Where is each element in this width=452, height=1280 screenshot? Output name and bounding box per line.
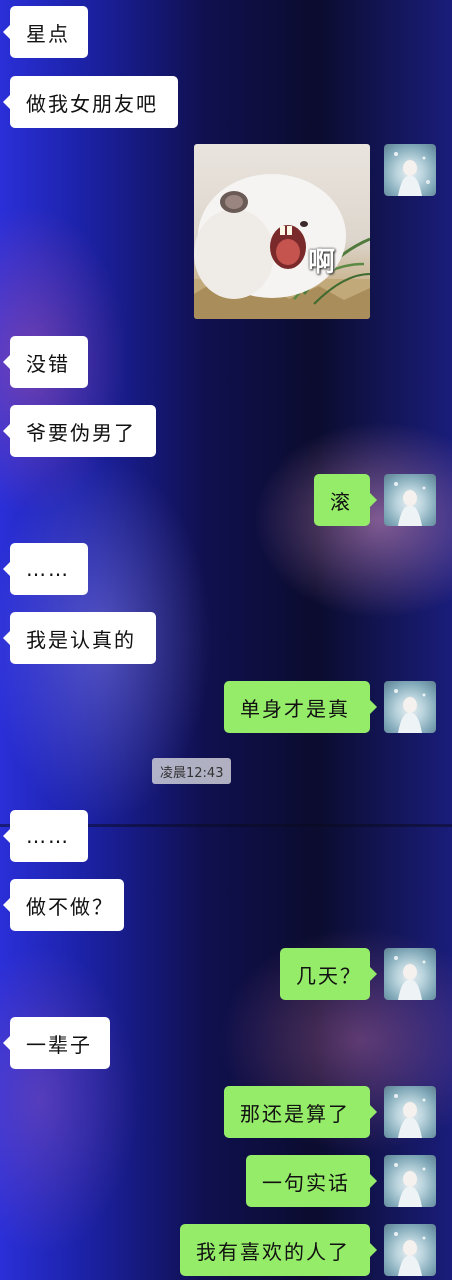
- message-text: 星点: [26, 21, 70, 46]
- incoming-message-bubble[interactable]: ……: [3, 810, 88, 862]
- incoming-message-bubble[interactable]: 爷要伪男了: [3, 405, 156, 457]
- my-avatar[interactable]: [384, 144, 436, 196]
- message-text: 那还是算了: [240, 1101, 350, 1126]
- avatar-image: [394, 152, 430, 196]
- my-avatar[interactable]: [384, 1086, 436, 1138]
- incoming-message-bubble[interactable]: 一辈子: [3, 1017, 110, 1069]
- message-text: 爷要伪男了: [26, 420, 136, 445]
- hamster-sticker-image: [194, 174, 370, 319]
- my-avatar[interactable]: [384, 948, 436, 1000]
- my-avatar[interactable]: [384, 474, 436, 526]
- incoming-message-bubble[interactable]: 做我女朋友吧: [3, 76, 178, 128]
- sticker-caption: 啊: [308, 247, 335, 278]
- outgoing-message-bubble[interactable]: 那还是算了: [224, 1086, 377, 1138]
- message-text: 我是认真的: [26, 627, 136, 652]
- message-text: 做不做？: [26, 894, 114, 919]
- avatar-image: [394, 1232, 426, 1276]
- avatar-image: [394, 1163, 426, 1207]
- message-text: 没错: [26, 351, 70, 376]
- message-text: 滚: [330, 489, 352, 514]
- message-text: 做我女朋友吧: [26, 91, 158, 116]
- incoming-message-bubble[interactable]: 没错: [3, 336, 88, 388]
- my-avatar[interactable]: [384, 1155, 436, 1207]
- my-avatar[interactable]: [384, 681, 436, 733]
- hamster-screaming-sticker[interactable]: 啊: [194, 144, 370, 319]
- outgoing-message-bubble[interactable]: 单身才是真: [224, 681, 377, 733]
- outgoing-message-bubble[interactable]: 一句实话: [246, 1155, 377, 1207]
- message-text: 一辈子: [26, 1032, 92, 1057]
- message-text: 单身才是真: [240, 696, 350, 721]
- avatar-image: [394, 482, 426, 526]
- incoming-message-bubble[interactable]: 做不做？: [3, 879, 124, 931]
- timestamp-text: 凌晨12:43: [160, 765, 224, 781]
- outgoing-message-bubble[interactable]: 几天？: [280, 948, 377, 1000]
- message-text: ……: [26, 824, 70, 848]
- avatar-image: [394, 689, 426, 733]
- incoming-message-bubble[interactable]: 星点: [3, 6, 88, 58]
- outgoing-message-bubble[interactable]: 滚: [314, 474, 377, 526]
- message-text: ……: [26, 557, 70, 581]
- outgoing-message-bubble[interactable]: 我有喜欢的人了: [180, 1224, 377, 1276]
- avatar-image: [394, 1094, 426, 1138]
- my-avatar[interactable]: [384, 1224, 436, 1276]
- avatar-image: [394, 956, 426, 1000]
- timestamp-label: 凌晨12:43: [152, 758, 232, 784]
- message-text: 几天？: [296, 963, 362, 988]
- message-text: 我有喜欢的人了: [196, 1239, 350, 1264]
- message-text: 一句实话: [262, 1170, 350, 1195]
- incoming-message-bubble[interactable]: 我是认真的: [3, 612, 156, 664]
- incoming-message-bubble[interactable]: ……: [3, 543, 88, 595]
